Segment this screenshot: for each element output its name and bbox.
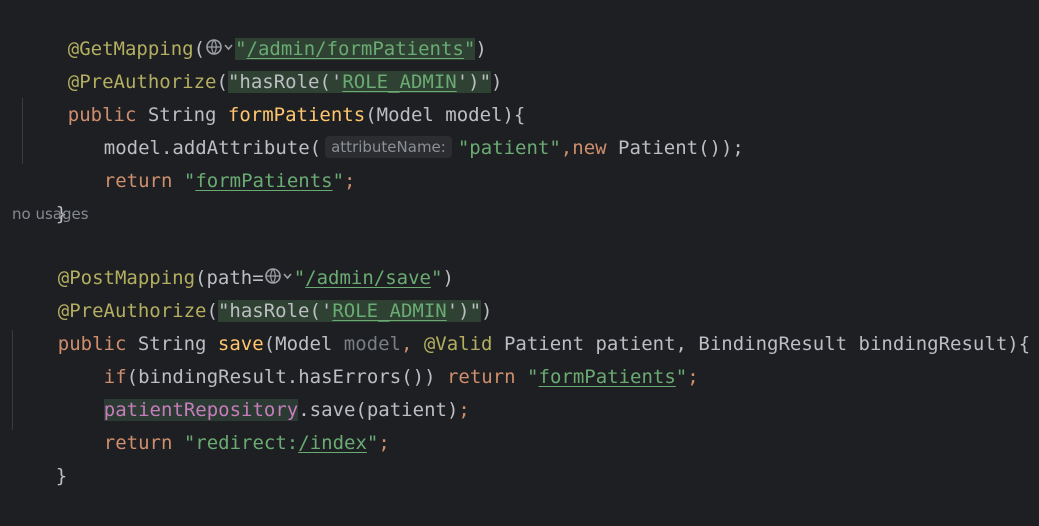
code-line[interactable]: @PreAuthorize("hasRole('ROLE_ADMIN')") [22, 33, 503, 93]
string-token: "redirect: [183, 432, 299, 454]
code-line[interactable]: @PostMapping(path= "/admin/save") [12, 229, 454, 289]
call-token: Patient()); [606, 137, 744, 159]
usages-inlay-hint[interactable]: no usages [12, 200, 89, 228]
punctuation-token: , [560, 137, 573, 159]
view-name-link[interactable]: formPatients [539, 366, 676, 388]
code-line[interactable]: return "redirect:/index"; [58, 394, 390, 454]
punctuation-token: ; [378, 432, 390, 454]
code-line[interactable]: patientRepository.save(patient); [58, 361, 470, 421]
string-quote: " [675, 366, 688, 388]
punctuation-token: ; [344, 170, 356, 192]
punctuation-token: ; [458, 399, 470, 421]
code-editor[interactable]: @GetMapping("/admin/formPatients") @PreA… [0, 0, 1039, 487]
code-line[interactable]: public String save(Model model, @Valid P… [12, 295, 1030, 355]
code-line[interactable]: } [10, 165, 67, 225]
code-line[interactable]: @GetMapping("/admin/formPatients") [22, 0, 487, 60]
keyword-token: new [572, 137, 607, 159]
keyword-token: return [103, 170, 173, 192]
code-line[interactable]: model.addAttribute(attributeName: "patien… [58, 99, 744, 159]
string-quote: " [366, 432, 379, 454]
closing-brace: } [55, 465, 68, 487]
code-line[interactable]: @PreAuthorize("hasRole('ROLE_ADMIN')") [12, 262, 493, 322]
code-line[interactable]: return "formPatients"; [58, 132, 356, 192]
code-line[interactable]: if(bindingResult.hasErrors()) return "fo… [58, 328, 699, 388]
keyword-token: return [103, 432, 173, 454]
punctuation-token: ; [687, 366, 699, 388]
redirect-path-link[interactable]: /index [298, 432, 367, 454]
string-quote: " [183, 170, 196, 192]
code-line[interactable]: public String formPatients(Model model){ [22, 66, 526, 126]
string-quote: " [527, 366, 539, 388]
string-quote: " [332, 170, 345, 192]
code-line[interactable]: } [10, 427, 67, 487]
view-name-link[interactable]: formPatients [195, 170, 332, 192]
string-token: "patient" [457, 137, 561, 159]
